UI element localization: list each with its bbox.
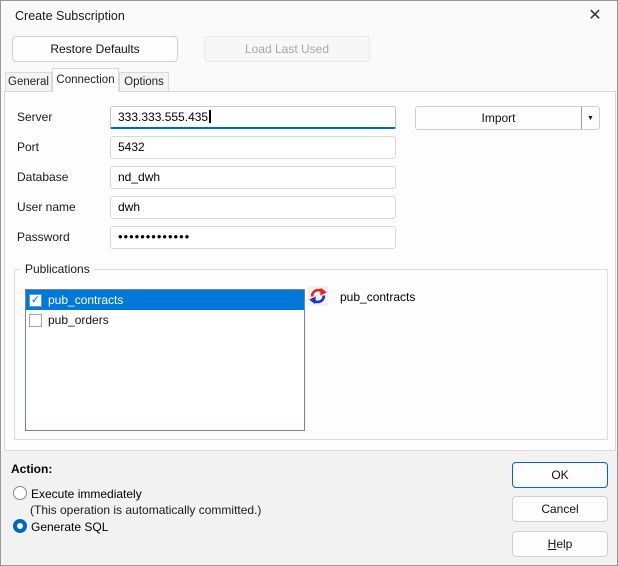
port-input[interactable]: 5432 — [110, 136, 396, 159]
publication-name: pub_contracts — [48, 293, 124, 307]
publication-row-pub-contracts[interactable]: ✓ pub_contracts — [26, 290, 304, 310]
execute-immediately-radio[interactable] — [13, 486, 27, 500]
text-caret — [209, 110, 211, 123]
checkmark-icon: ✓ — [30, 293, 41, 306]
execute-immediately-label[interactable]: Execute immediately — [31, 487, 142, 501]
import-dropdown-button[interactable]: ▼ — [582, 107, 599, 129]
refresh-publication-button[interactable] — [308, 286, 328, 306]
connection-tab-page: Server 333.333.555.435 Port 5432 Databas… — [4, 91, 616, 451]
pub-orders-checkbox[interactable] — [29, 313, 42, 327]
title-bar: Create Subscription ✕ — [1, 1, 617, 31]
password-label: Password — [17, 230, 70, 244]
user-name-value: dwh — [118, 200, 141, 214]
generate-sql-radio[interactable] — [13, 519, 27, 533]
ok-button[interactable]: OK — [512, 462, 608, 488]
publications-groupbox: Publications ✓ pub_contracts pub_orders — [14, 262, 608, 440]
restore-defaults-button[interactable]: Restore Defaults — [12, 36, 178, 62]
server-label: Server — [17, 110, 53, 124]
help-label-rest: elp — [556, 537, 573, 551]
database-value: nd_dwh — [118, 170, 161, 184]
import-split-button: Import ▼ — [415, 106, 600, 130]
load-last-used-button[interactable]: Load Last Used — [204, 36, 370, 62]
pub-contracts-checkbox[interactable]: ✓ — [29, 293, 42, 307]
tab-general[interactable]: General — [5, 72, 52, 91]
tab-options[interactable]: Options — [119, 72, 169, 91]
tab-connection[interactable]: Connection — [52, 68, 119, 92]
server-input[interactable]: 333.333.555.435 — [110, 106, 396, 129]
import-button[interactable]: Import — [416, 107, 581, 129]
publications-listbox[interactable]: ✓ pub_contracts pub_orders — [25, 289, 305, 431]
create-subscription-dialog: Create Subscription ✕ Restore Defaults L… — [0, 0, 618, 566]
database-input[interactable]: nd_dwh — [110, 166, 396, 189]
password-masked-value: ••••••••••••• — [118, 229, 191, 244]
cancel-button[interactable]: Cancel — [512, 496, 608, 522]
dialog-title: Create Subscription — [15, 9, 125, 23]
help-button[interactable]: Help — [512, 531, 608, 557]
publication-name: pub_orders — [48, 313, 109, 327]
database-label: Database — [17, 170, 69, 184]
chevron-down-icon: ▼ — [587, 115, 594, 122]
execute-immediately-note: (This operation is automatically committ… — [30, 503, 262, 517]
server-value: 333.333.555.435 — [118, 110, 209, 124]
port-label: Port — [17, 140, 40, 154]
user-name-label: User name — [17, 200, 76, 214]
user-name-input[interactable]: dwh — [110, 196, 396, 219]
port-value: 5432 — [118, 140, 145, 154]
publications-group-label: Publications — [21, 262, 94, 276]
close-icon: ✕ — [588, 7, 602, 24]
close-button[interactable]: ✕ — [579, 3, 611, 29]
refresh-sync-icon — [309, 287, 327, 305]
generate-sql-label[interactable]: Generate SQL — [31, 520, 108, 534]
selected-publication-label: pub_contracts — [340, 290, 416, 304]
publication-row-pub-orders[interactable]: pub_orders — [26, 310, 304, 330]
action-section-title: Action: — [11, 462, 53, 476]
password-input[interactable]: ••••••••••••• — [110, 226, 396, 249]
